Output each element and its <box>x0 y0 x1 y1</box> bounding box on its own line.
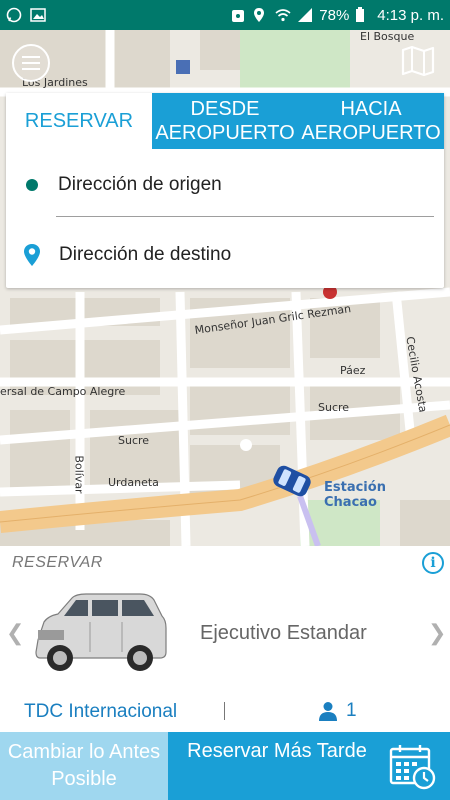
next-vehicle-arrow[interactable]: ❯ <box>428 620 446 646</box>
location-pin-icon <box>24 244 40 266</box>
map-street-label: Sucre <box>318 401 350 414</box>
calendar-clock-icon <box>389 745 436 790</box>
vehicle-sheet: RESERVAR i ❮ Ejecutivo Estandar ❯ TDC In… <box>0 546 450 732</box>
map-street-label: Sucre <box>118 434 150 447</box>
sheet-title: RESERVAR <box>12 554 103 571</box>
location-icon <box>253 7 269 23</box>
tab-hacia-aeropuerto[interactable]: HACIA AEROPUERTO <box>298 93 444 149</box>
battery-level: 78% <box>319 6 350 24</box>
action-bar: Cambiar lo Antes Posible Reservar Más Ta… <box>0 732 450 800</box>
book-later-button[interactable]: Reservar Más Tarde <box>168 732 450 800</box>
lock-icon <box>231 7 247 23</box>
map-street-label: Urdaneta <box>108 476 159 489</box>
map-street-label: El Bosque <box>360 30 415 43</box>
vehicle-image <box>35 593 167 671</box>
origin-dot-icon <box>26 179 38 191</box>
battery-icon <box>355 7 371 23</box>
signal-icon <box>297 7 313 23</box>
wifi-icon <box>275 7 291 23</box>
booking-card: RESERVAR DESDE AEROPUERTO HACIA AEROPUER… <box>6 93 444 288</box>
previous-vehicle-arrow[interactable]: ❮ <box>6 620 24 646</box>
map-street-label: ersal de Campo Alegre <box>0 385 126 398</box>
tab-desde-aeropuerto[interactable]: DESDE AEROPUERTO <box>152 93 298 149</box>
status-bar: 78% 4:13 p. m. <box>0 0 450 30</box>
tab-reservar[interactable]: RESERVAR <box>6 93 152 149</box>
menu-button[interactable] <box>12 44 50 82</box>
origin-address-placeholder: Dirección de origen <box>58 174 222 195</box>
passenger-count[interactable]: 1 <box>318 700 357 722</box>
person-icon <box>319 702 337 721</box>
booking-tabs: RESERVAR DESDE AEROPUERTO HACIA AEROPUER… <box>6 93 444 149</box>
book-later-label: Reservar Más Tarde <box>187 740 367 762</box>
map-icon <box>401 45 435 77</box>
passenger-count-value: 1 <box>346 700 357 721</box>
destination-address-field[interactable]: Dirección de destino <box>6 227 444 283</box>
divider <box>224 702 225 720</box>
map-street-label: Bolívar <box>72 455 86 494</box>
whatsapp-icon <box>6 7 22 23</box>
origin-address-field[interactable]: Dirección de origen <box>6 157 444 213</box>
clock: 4:13 p. m. <box>377 6 444 24</box>
vehicle-type-label: Ejecutivo Estandar <box>200 622 367 644</box>
info-icon[interactable]: i <box>422 552 444 574</box>
map-toggle-button[interactable] <box>400 44 436 78</box>
hamburger-icon <box>22 56 40 58</box>
change-asap-button[interactable]: Cambiar lo Antes Posible <box>0 732 168 800</box>
destination-address-placeholder: Dirección de destino <box>59 244 232 265</box>
image-icon <box>30 7 46 23</box>
metro-station-label: Estación Chacao <box>324 480 386 510</box>
payment-method[interactable]: TDC Internacional <box>24 701 177 723</box>
divider <box>56 216 434 217</box>
map-street-label: Páez <box>340 364 366 377</box>
